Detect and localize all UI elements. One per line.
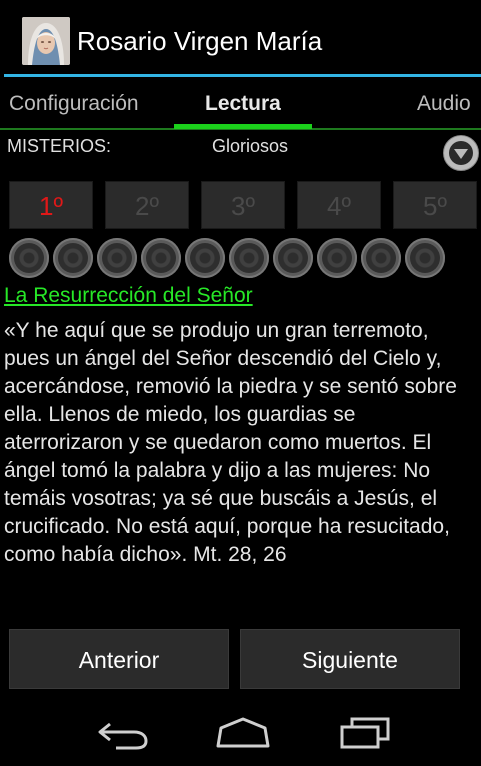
- active-tab-indicator: [174, 124, 312, 129]
- tab-bar: Configuración Lectura Audio: [0, 78, 481, 130]
- app-title: Rosario Virgen María: [77, 26, 323, 56]
- misterios-selected[interactable]: Gloriosos: [212, 136, 288, 157]
- system-navigation-bar: [0, 700, 481, 766]
- recent-apps-icon[interactable]: [338, 716, 392, 750]
- mystery-button-5[interactable]: 5º: [393, 181, 477, 229]
- rosary-bead[interactable]: [9, 238, 49, 278]
- back-icon[interactable]: [96, 716, 150, 750]
- rosary-bead[interactable]: [185, 238, 225, 278]
- mystery-button-1[interactable]: 1º: [9, 181, 93, 229]
- mystery-button-3[interactable]: 3º: [201, 181, 285, 229]
- tab-audio[interactable]: Audio: [417, 92, 471, 116]
- mystery-button-2[interactable]: 2º: [105, 181, 189, 229]
- tab-configuracion[interactable]: Configuración: [9, 92, 139, 116]
- rosary-bead[interactable]: [273, 238, 313, 278]
- home-icon[interactable]: [215, 716, 271, 750]
- action-bar: Rosario Virgen María: [0, 0, 481, 74]
- mystery-button-4[interactable]: 4º: [297, 181, 381, 229]
- tab-lectura[interactable]: Lectura: [205, 92, 281, 116]
- rosary-bead[interactable]: [97, 238, 137, 278]
- misterios-label: MISTERIOS:: [7, 136, 112, 156]
- app-icon[interactable]: [22, 17, 70, 65]
- reading-text: «Y he aquí que se produjo un gran terrem…: [4, 319, 457, 566]
- rosary-bead[interactable]: [317, 238, 357, 278]
- rosary-bead[interactable]: [361, 238, 401, 278]
- chevron-down-icon: [449, 141, 473, 165]
- previous-button[interactable]: Anterior: [9, 629, 229, 689]
- rosary-bead[interactable]: [141, 238, 181, 278]
- next-button[interactable]: Siguiente: [240, 629, 460, 689]
- rosary-bead[interactable]: [405, 238, 445, 278]
- rosary-bead[interactable]: [53, 238, 93, 278]
- rosary-bead[interactable]: [229, 238, 269, 278]
- misterios-dropdown-button[interactable]: [443, 135, 479, 171]
- action-bar-divider: [4, 74, 481, 77]
- mystery-title-link[interactable]: La Resurrección del Señor: [4, 284, 253, 308]
